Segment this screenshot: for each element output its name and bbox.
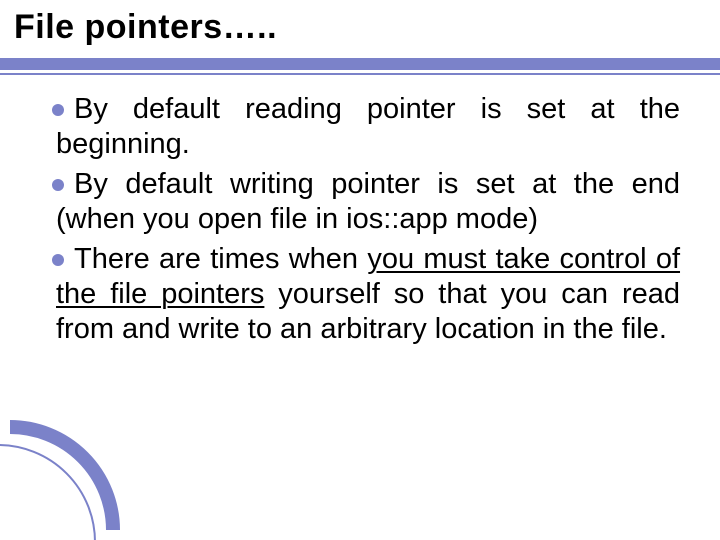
corner-arc-thick-icon <box>0 420 120 540</box>
bullet-text-emph: writing pointer <box>230 168 420 200</box>
slide-body: By default reading pointer is set at the… <box>56 92 680 352</box>
title-rule-thick <box>0 58 720 70</box>
slide: File pointers….. By default reading poin… <box>0 0 720 540</box>
slide-title: File pointers….. <box>14 8 720 47</box>
bullet-icon <box>52 104 64 116</box>
title-block: File pointers….. <box>0 0 720 47</box>
bullet-item: By default writing pointer is set at the… <box>56 167 680 238</box>
corner-arc-thin-icon <box>0 444 96 540</box>
bullet-text-emph: reading pointer <box>245 93 456 125</box>
bullet-text-prefix: By default <box>74 168 230 200</box>
bullet-item: By default reading pointer is set at the… <box>56 92 680 163</box>
bullet-text-prefix: There are times when <box>74 243 367 275</box>
bullet-icon <box>52 179 64 191</box>
bullet-text-prefix: By default <box>74 93 245 125</box>
title-rule-thin <box>0 73 720 75</box>
bullet-icon <box>52 254 64 266</box>
corner-decoration <box>10 460 100 530</box>
bullet-item: There are times when you must take contr… <box>56 242 680 348</box>
